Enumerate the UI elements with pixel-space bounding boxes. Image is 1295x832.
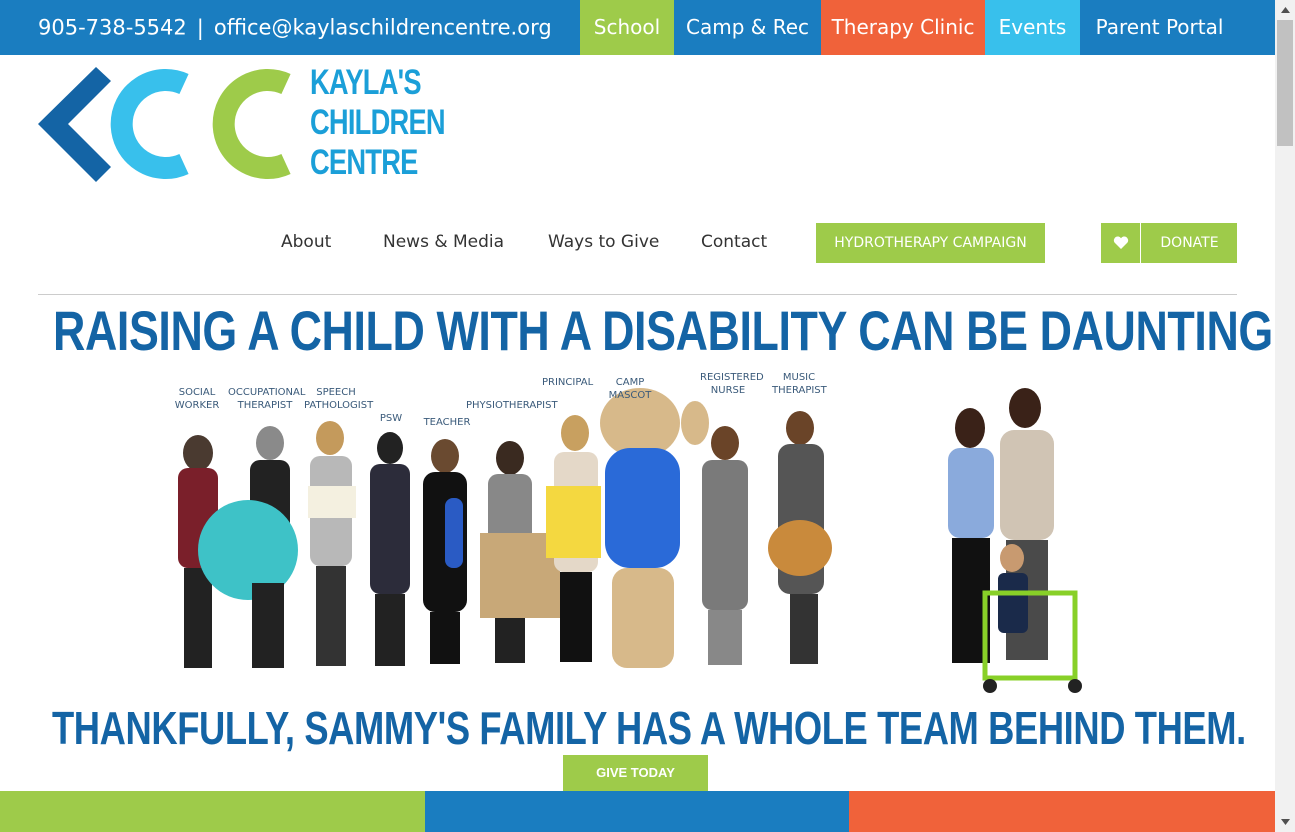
nav-news-media[interactable]: News & Media (383, 232, 504, 252)
header-divider (38, 294, 1237, 295)
tab-parent-portal[interactable]: Parent Portal (1080, 0, 1239, 55)
caption-physiotherapist: PHYSIOTHERAPIST (466, 400, 558, 411)
tab-school[interactable]: School (580, 0, 674, 55)
team-photo: SOCIAL WORKER OCCUPATIONAL THERAPIST SPE… (150, 368, 1150, 703)
logo-wordmark: KAYLA'S CHILDREN CENTRE (310, 63, 446, 183)
caption-principal: PRINCIPAL (542, 377, 594, 388)
team-illustration (178, 388, 1082, 693)
scroll-down-arrow-icon[interactable] (1275, 812, 1295, 832)
donate-label: DONATE (1160, 235, 1219, 251)
tab-therapy-clinic[interactable]: Therapy Clinic (821, 0, 985, 55)
nav-contact[interactable]: Contact (701, 232, 767, 252)
caption-music-therapist: MUSIC THERAPIST (772, 372, 827, 396)
hero-subheadline: THANKFULLY, SAMMY'S FAMILY HAS A WHOLE T… (52, 702, 1246, 754)
footer-band-orange (849, 791, 1275, 832)
contact-info: 905-738-5542 | office@kaylaschildrencentre… (38, 0, 552, 55)
nav-ways-to-give[interactable]: Ways to Give (548, 232, 659, 252)
caption-speech-pathologist: SPEECH PATHOLOGIST (304, 387, 374, 411)
kcc-logo-mark-icon (38, 67, 291, 182)
tab-camp-rec[interactable]: Camp & Rec (674, 0, 821, 55)
donate-button[interactable]: DONATE (1101, 223, 1237, 263)
logo-line-2: CHILDREN (310, 103, 446, 142)
give-today-button[interactable]: GIVE TODAY (563, 755, 708, 791)
footer-band-blue (425, 791, 849, 832)
caption-registered-nurse: REGISTERED NURSE (700, 372, 764, 396)
caption-occupational-therapist: OCCUPATIONAL THERAPIST (228, 387, 306, 411)
scrollbar-thumb[interactable] (1277, 20, 1293, 146)
caption-psw: PSW (379, 413, 403, 424)
scrollbar[interactable] (1275, 0, 1295, 832)
email-link[interactable]: office@kaylaschildrencentre.org (214, 16, 552, 40)
top-bar: 905-738-5542 | office@kaylaschildrencentre… (0, 0, 1275, 55)
phone-link[interactable]: 905-738-5542 (38, 16, 187, 40)
hydrotherapy-campaign-button[interactable]: HYDROTHERAPY CAMPAIGN (816, 223, 1045, 263)
caption-teacher: TEACHER (423, 417, 471, 428)
scroll-up-arrow-icon[interactable] (1275, 0, 1295, 20)
caption-social-worker: SOCIAL WORKER (174, 387, 220, 411)
caption-camp-mascot: CAMP MASCOT (608, 377, 652, 401)
heart-icon (1101, 223, 1141, 263)
logo-line-1: KAYLA'S (310, 63, 422, 102)
logo-line-3: CENTRE (310, 143, 418, 182)
tab-events[interactable]: Events (985, 0, 1080, 55)
contact-separator: | (196, 15, 204, 40)
footer-band-green (0, 791, 425, 832)
site-tabs: School Camp & Rec Therapy Clinic Events … (580, 0, 1239, 55)
nav-about[interactable]: About (281, 232, 331, 252)
hero-headline: RAISING A CHILD WITH A DISABILITY CAN BE… (53, 299, 1285, 362)
